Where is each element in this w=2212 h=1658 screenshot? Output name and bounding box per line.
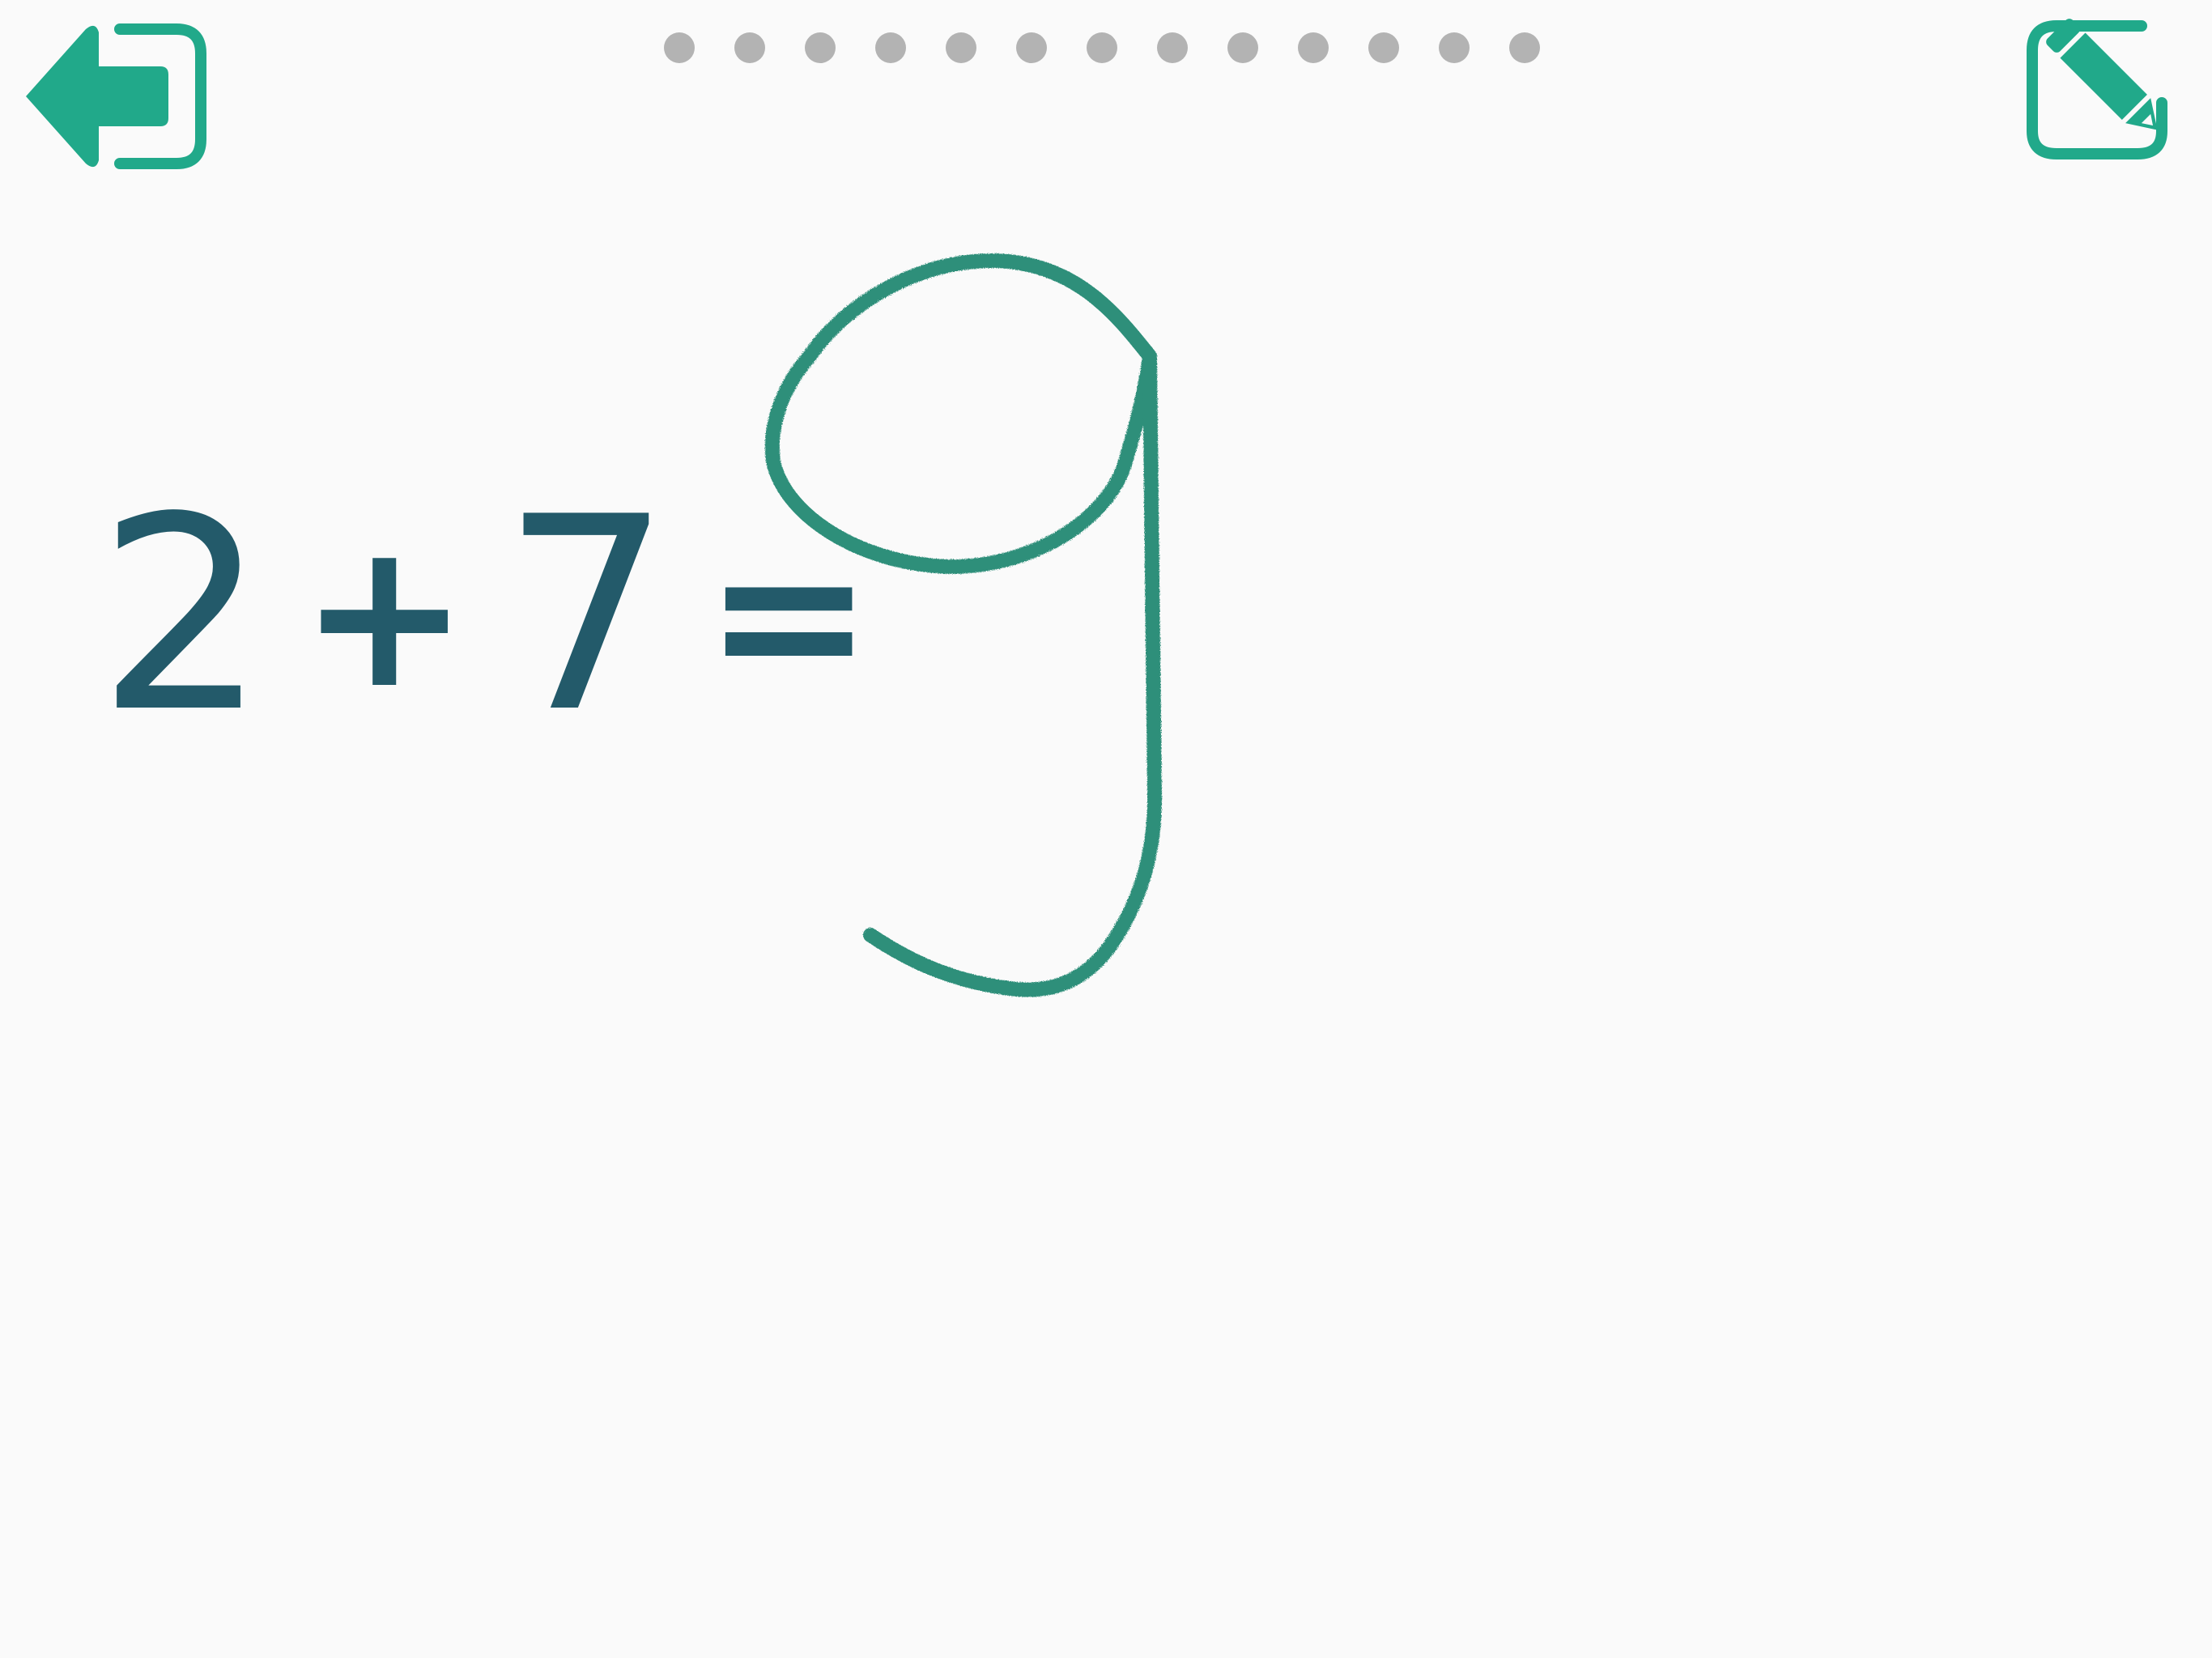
progress-dot — [946, 32, 976, 63]
progress-dot — [1016, 32, 1047, 63]
progress-dot — [1087, 32, 1117, 63]
progress-dot — [1227, 32, 1258, 63]
progress-dot — [1439, 32, 1470, 63]
pencil-edit-icon — [2027, 19, 2167, 159]
operand-1: 2 — [97, 460, 267, 771]
progress-dot — [664, 32, 695, 63]
progress-dot — [734, 32, 765, 63]
progress-dot — [1298, 32, 1329, 63]
progress-indicator — [664, 32, 1540, 63]
progress-dot — [1157, 32, 1188, 63]
progress-dot — [1368, 32, 1399, 63]
operand-2: 7 — [501, 460, 672, 771]
exit-arrow-left-icon — [26, 23, 206, 169]
plus-operator: + — [299, 497, 470, 733]
edit-button[interactable] — [2024, 18, 2204, 160]
answer-drawing-canvas[interactable] — [729, 227, 1214, 1020]
handwritten-nine — [764, 253, 1163, 997]
progress-dot — [875, 32, 906, 63]
progress-dot — [805, 32, 836, 63]
progress-dot — [1509, 32, 1540, 63]
exit-button[interactable] — [23, 21, 209, 172]
